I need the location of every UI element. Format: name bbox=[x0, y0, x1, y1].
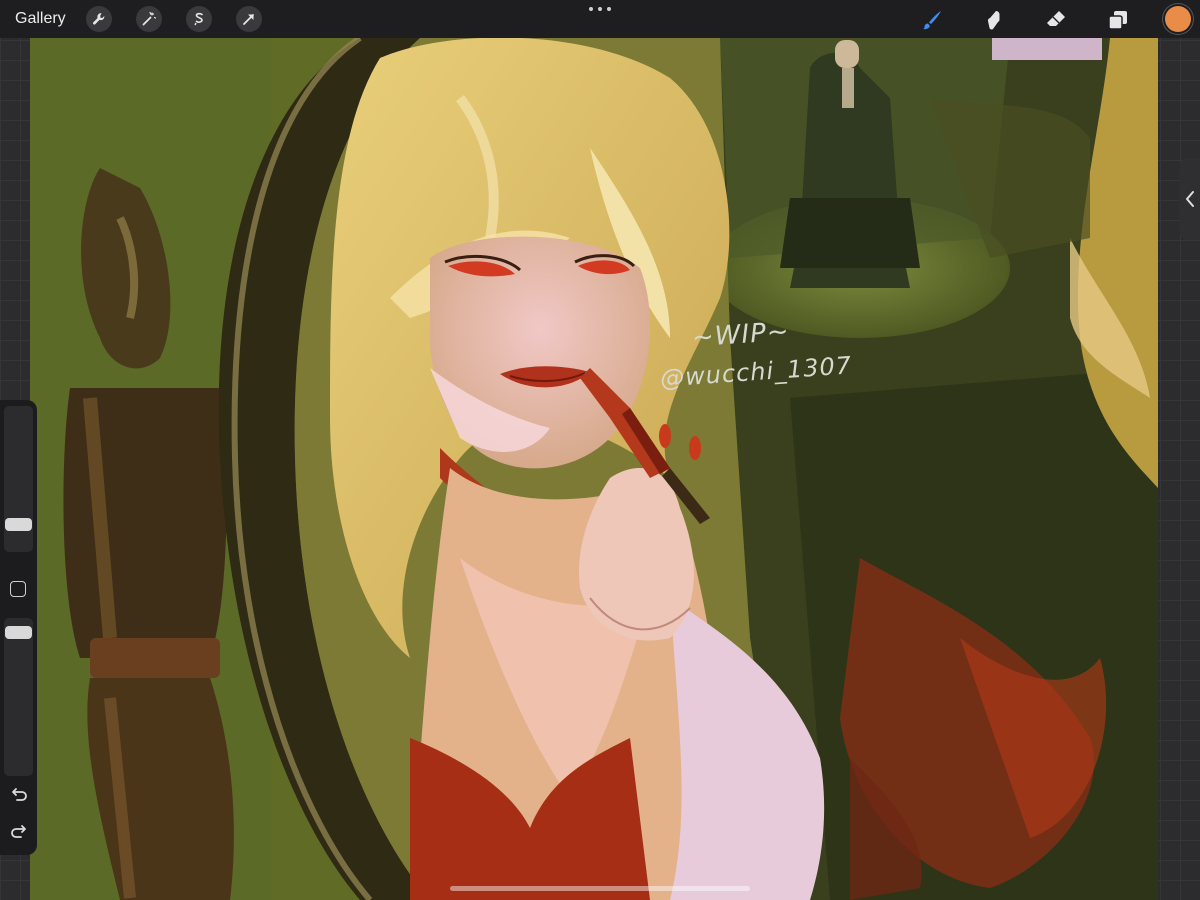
artwork bbox=[30, 38, 1158, 900]
smudge-icon[interactable] bbox=[980, 6, 1008, 34]
side-panel-tab[interactable] bbox=[1179, 158, 1200, 240]
gallery-button[interactable]: Gallery bbox=[15, 10, 66, 28]
eraser-icon[interactable] bbox=[1042, 6, 1070, 34]
selection-icon[interactable] bbox=[186, 6, 212, 32]
wrench-icon[interactable] bbox=[86, 6, 112, 32]
brush-opacity-handle[interactable] bbox=[5, 626, 32, 639]
left-sidebar bbox=[0, 400, 37, 855]
drawing-canvas[interactable]: ~WIP~ @wucchi_1307 bbox=[30, 38, 1158, 900]
magic-wand-icon[interactable] bbox=[136, 6, 162, 32]
brush-icon[interactable] bbox=[918, 6, 946, 34]
modify-button[interactable] bbox=[10, 581, 26, 597]
redo-icon[interactable] bbox=[9, 823, 29, 841]
home-indicator bbox=[450, 886, 750, 891]
brush-size-slider[interactable] bbox=[4, 406, 33, 552]
color-picker-swatch[interactable] bbox=[1165, 6, 1191, 32]
brush-size-handle[interactable] bbox=[5, 518, 32, 531]
transform-arrow-icon[interactable] bbox=[236, 6, 262, 32]
top-toolbar: Gallery bbox=[0, 0, 1200, 38]
undo-icon[interactable] bbox=[9, 786, 29, 804]
chevron-left-icon bbox=[1185, 191, 1194, 207]
brush-opacity-slider[interactable] bbox=[4, 618, 33, 776]
layers-icon[interactable] bbox=[1104, 6, 1132, 34]
more-options-icon[interactable] bbox=[589, 4, 611, 14]
